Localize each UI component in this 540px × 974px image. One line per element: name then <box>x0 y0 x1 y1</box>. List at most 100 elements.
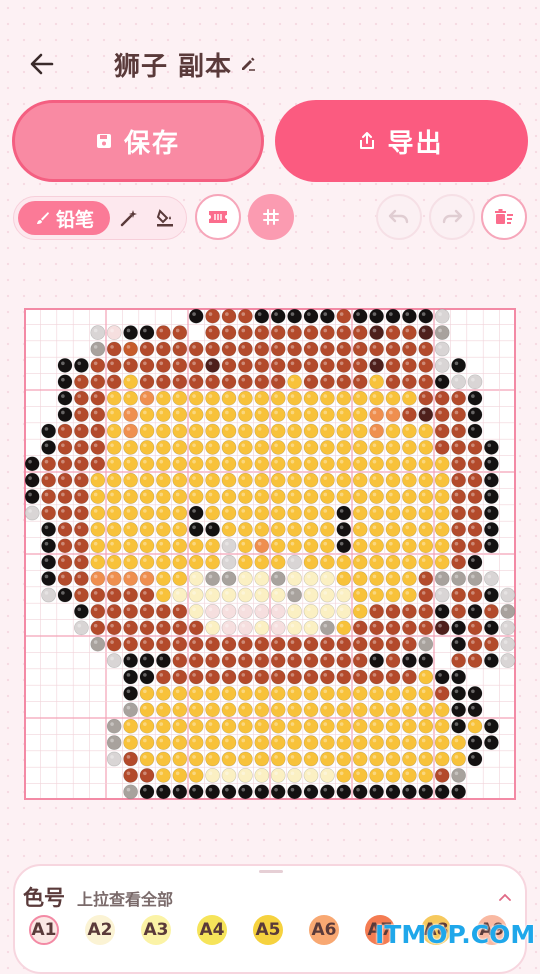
bead[interactable] <box>156 538 171 554</box>
bead[interactable] <box>402 686 417 701</box>
bead[interactable] <box>106 505 122 521</box>
bead[interactable] <box>320 718 335 734</box>
bead[interactable] <box>90 538 106 554</box>
bead[interactable] <box>385 407 401 422</box>
bead[interactable] <box>172 768 188 783</box>
bead[interactable] <box>221 489 237 504</box>
bead[interactable] <box>320 669 335 685</box>
bead[interactable] <box>24 505 40 521</box>
bead[interactable] <box>467 686 483 701</box>
bead[interactable] <box>41 472 56 488</box>
bead[interactable] <box>385 620 401 636</box>
bead[interactable] <box>221 636 237 652</box>
bead[interactable] <box>106 390 122 406</box>
bead[interactable] <box>287 768 302 783</box>
bead[interactable] <box>188 489 204 504</box>
bead[interactable] <box>205 390 220 406</box>
bead[interactable] <box>484 718 499 734</box>
bead[interactable] <box>106 554 122 570</box>
bead[interactable] <box>500 636 516 652</box>
bead[interactable] <box>484 522 499 537</box>
bead[interactable] <box>270 702 286 718</box>
bead[interactable] <box>106 538 122 554</box>
bead[interactable] <box>418 440 434 455</box>
bead[interactable] <box>221 604 237 619</box>
bead[interactable] <box>303 768 319 783</box>
bead[interactable] <box>270 489 286 504</box>
bead[interactable] <box>352 472 368 488</box>
bead[interactable] <box>254 456 270 472</box>
bead[interactable] <box>270 440 286 455</box>
bead[interactable] <box>434 784 450 800</box>
bead[interactable] <box>123 604 138 619</box>
color-swatch-a1[interactable]: A1 <box>29 915 59 945</box>
bead[interactable] <box>467 440 483 455</box>
bead[interactable] <box>74 423 89 439</box>
bead[interactable] <box>385 768 401 783</box>
bead[interactable] <box>320 636 335 652</box>
bead[interactable] <box>188 669 204 685</box>
save-button[interactable]: 保存 <box>12 100 264 182</box>
bead[interactable] <box>221 653 237 668</box>
bead[interactable] <box>139 472 155 488</box>
bead[interactable] <box>287 407 302 422</box>
bead[interactable] <box>352 587 368 603</box>
bead[interactable] <box>484 636 499 652</box>
bead[interactable] <box>352 554 368 570</box>
bead[interactable] <box>106 358 122 373</box>
bead[interactable] <box>254 604 270 619</box>
bead[interactable] <box>287 325 302 340</box>
bead[interactable] <box>402 407 417 422</box>
bead[interactable] <box>123 587 138 603</box>
bead[interactable] <box>156 784 171 800</box>
bead[interactable] <box>156 390 171 406</box>
bead[interactable] <box>320 325 335 340</box>
bead[interactable] <box>352 669 368 685</box>
bead[interactable] <box>467 554 483 570</box>
bead[interactable] <box>221 686 237 701</box>
bead[interactable] <box>238 423 253 439</box>
bead[interactable] <box>172 440 188 455</box>
bead[interactable] <box>139 325 155 340</box>
bead[interactable] <box>123 456 138 472</box>
bead[interactable] <box>205 768 220 783</box>
bead[interactable] <box>139 636 155 652</box>
bead[interactable] <box>41 522 56 537</box>
bead[interactable] <box>418 686 434 701</box>
bead[interactable] <box>57 456 73 472</box>
bead[interactable] <box>369 702 384 718</box>
bead[interactable] <box>139 407 155 422</box>
bead[interactable] <box>90 440 106 455</box>
bead[interactable] <box>484 538 499 554</box>
bead[interactable] <box>188 735 204 750</box>
pencil-edit-icon[interactable] <box>240 56 256 76</box>
bead[interactable] <box>451 686 466 701</box>
bead[interactable] <box>188 472 204 488</box>
bead[interactable] <box>106 325 122 340</box>
bead[interactable] <box>434 472 450 488</box>
bead[interactable] <box>336 735 352 750</box>
bead[interactable] <box>90 423 106 439</box>
bead[interactable] <box>156 751 171 767</box>
bead[interactable] <box>336 423 352 439</box>
bead[interactable] <box>156 636 171 652</box>
bead[interactable] <box>90 407 106 422</box>
bead[interactable] <box>106 620 122 636</box>
bead[interactable] <box>320 653 335 668</box>
bead[interactable] <box>402 358 417 373</box>
ruler-toggle-button[interactable] <box>195 194 241 240</box>
bead[interactable] <box>434 718 450 734</box>
bead[interactable] <box>320 702 335 718</box>
bead[interactable] <box>467 423 483 439</box>
bead[interactable] <box>254 423 270 439</box>
bead[interactable] <box>484 620 499 636</box>
bead[interactable] <box>156 472 171 488</box>
bead[interactable] <box>139 554 155 570</box>
bead[interactable] <box>172 686 188 701</box>
bead[interactable] <box>221 620 237 636</box>
bead[interactable] <box>188 784 204 800</box>
bead[interactable] <box>402 456 417 472</box>
redo-button[interactable] <box>429 194 475 240</box>
bead[interactable] <box>139 505 155 521</box>
bead[interactable] <box>385 751 401 767</box>
